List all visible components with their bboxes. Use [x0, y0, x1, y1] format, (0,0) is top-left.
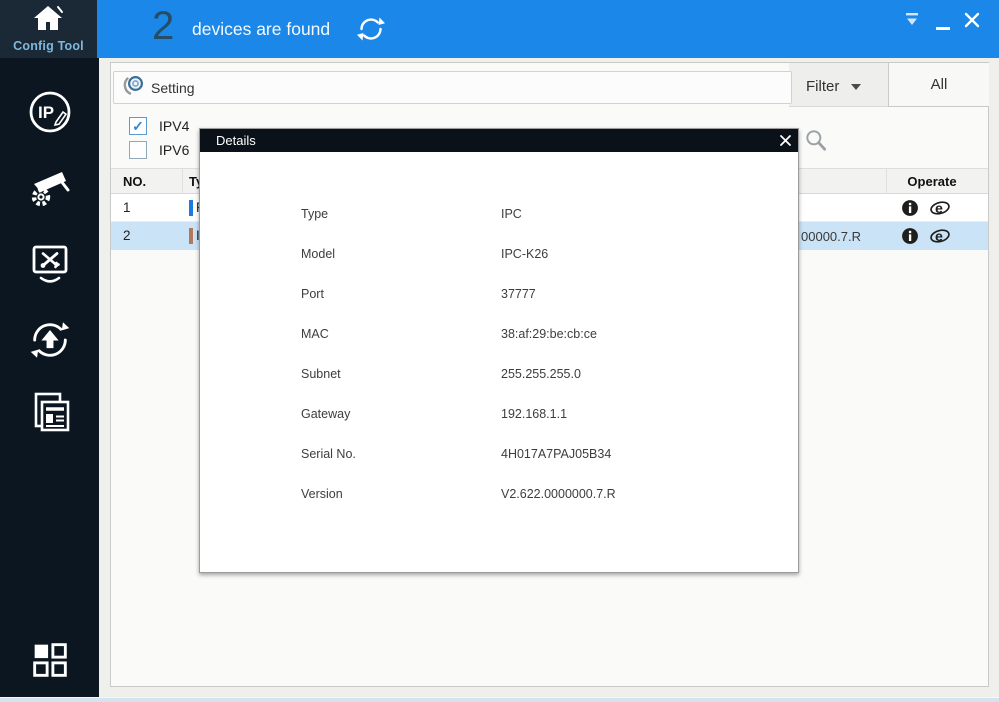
- type-tag-bar: [189, 228, 193, 244]
- close-icon[interactable]: [778, 133, 793, 148]
- column-no: NO.: [123, 174, 146, 189]
- refresh-icon[interactable]: [356, 14, 386, 44]
- config-tool-window: Config Tool 2 devices are found: [0, 0, 999, 702]
- field-value: 4H017A7PAJ05B34: [501, 447, 611, 461]
- sidebar-item-apps-grid[interactable]: [0, 634, 99, 690]
- field-value: 37777: [501, 287, 536, 301]
- magnifier-blue-icon: [122, 73, 146, 102]
- field-label: Model: [301, 247, 335, 261]
- field-label: Type: [301, 207, 328, 221]
- sidebar: IP: [0, 58, 99, 697]
- field-label: Version: [301, 487, 343, 501]
- details-modal: Details Type IPC Model IPC-K26 Port 3777…: [199, 128, 799, 573]
- info-icon[interactable]: [900, 226, 920, 246]
- filter-dropdown[interactable]: Filter: [806, 73, 861, 99]
- field-value: 192.168.1.1: [501, 407, 567, 421]
- minimize-icon[interactable]: [935, 18, 951, 34]
- ipv4-label: IPV4: [159, 118, 189, 134]
- upgrade-circle-icon: [27, 317, 73, 368]
- field-value: V2.622.0000000.7.R: [501, 487, 616, 501]
- all-label: All: [931, 76, 948, 93]
- row-number: 1: [123, 200, 131, 215]
- field-label: MAC: [301, 327, 329, 341]
- titlebar: 2 devices are found: [97, 0, 999, 58]
- sidebar-item-system-tools[interactable]: [0, 238, 99, 294]
- field-value: IPC: [501, 207, 522, 221]
- camera-gear-icon: [26, 163, 74, 216]
- field-label: Gateway: [301, 407, 350, 421]
- logo-home-tile[interactable]: Config Tool: [0, 0, 97, 58]
- setting-label: Setting: [151, 80, 195, 96]
- home-icon: [31, 3, 65, 42]
- ipv6-checkbox-row[interactable]: IPV6: [129, 141, 189, 159]
- svg-text:e: e: [935, 229, 943, 245]
- svg-text:e: e: [935, 201, 943, 217]
- info-icon[interactable]: [900, 198, 920, 218]
- grid-apps-icon: [27, 637, 73, 688]
- sidebar-item-upgrade[interactable]: [0, 314, 99, 370]
- window-bottom-edge: [0, 697, 999, 702]
- filter-label: Filter: [806, 78, 839, 95]
- field-value: IPC-K26: [501, 247, 548, 261]
- ipv4-checkbox[interactable]: ✓: [129, 117, 147, 135]
- app-name: Config Tool: [0, 39, 97, 53]
- column-operate: Operate: [886, 174, 978, 189]
- type-tag-bar: [189, 200, 193, 216]
- setting-section-bar[interactable]: Setting: [113, 71, 792, 104]
- field-label: Subnet: [301, 367, 341, 381]
- sidebar-item-device-camera[interactable]: [0, 161, 99, 217]
- field-label: Serial No.: [301, 447, 356, 461]
- tray-collapse-icon[interactable]: [903, 12, 921, 28]
- ie-browser-icon[interactable]: e: [929, 226, 949, 246]
- ipv4-checkbox-row[interactable]: ✓ IPV4: [129, 117, 189, 135]
- search-icon[interactable]: [803, 127, 829, 154]
- modal-title: Details: [216, 133, 256, 148]
- field-value: 255.255.255.0: [501, 367, 581, 381]
- sidebar-item-modify-ip[interactable]: IP: [0, 86, 99, 142]
- svg-text:IP: IP: [38, 103, 54, 122]
- device-count: 2: [152, 4, 174, 49]
- ipv6-checkbox[interactable]: [129, 141, 147, 159]
- version-text-clipped: 00000.7.R: [801, 229, 861, 244]
- document-pages-icon: [26, 390, 74, 443]
- devices-found-message: devices are found: [192, 19, 330, 40]
- ip-edit-icon: IP: [26, 88, 74, 141]
- chevron-down-icon: [851, 84, 861, 90]
- modal-titlebar: Details: [200, 129, 798, 152]
- sidebar-item-device-config[interactable]: [0, 388, 99, 444]
- ie-browser-icon[interactable]: e: [929, 198, 949, 218]
- field-value: 38:af:29:be:cb:ce: [501, 327, 597, 341]
- field-label: Port: [301, 287, 324, 301]
- monitor-tools-icon: [26, 240, 74, 293]
- close-icon[interactable]: [963, 11, 981, 29]
- row-number: 2: [123, 228, 131, 243]
- ipv6-label: IPV6: [159, 142, 189, 158]
- filter-all-tab[interactable]: All: [888, 63, 989, 107]
